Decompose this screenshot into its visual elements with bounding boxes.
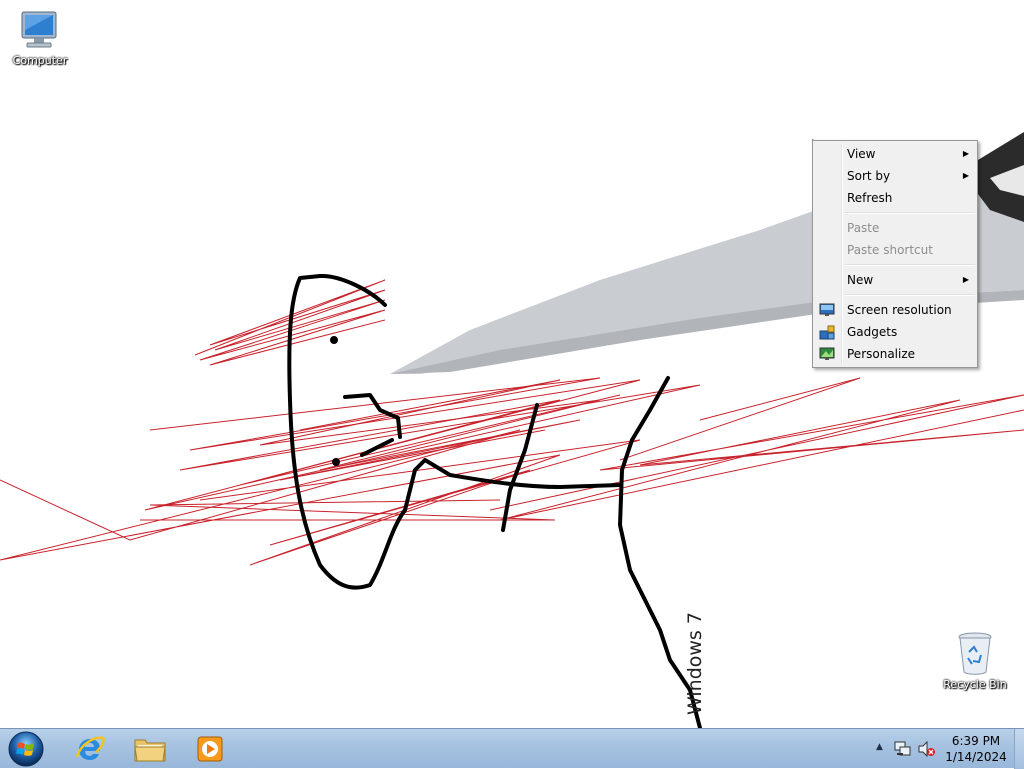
media-player-icon [197,736,223,762]
desktop-icon-label: Computer [12,54,68,67]
taskbar: ▲ 6:39 PM 1/14/2024 [0,728,1024,769]
menu-item-personalize[interactable]: Personalize [813,343,977,365]
volume-muted-icon[interactable] [918,741,936,757]
menu-item-label: Personalize [847,347,916,361]
taskbar-media-player[interactable] [182,731,238,767]
menu-separator [845,294,975,296]
windows-7-text: Windows 7 [684,612,706,715]
taskbar-clock[interactable]: 6:39 PM 1/14/2024 [938,733,1014,765]
menu-item-paste-shortcut: Paste shortcut [813,239,977,261]
desktop-icon-recycle-bin[interactable]: Recycle Bin [937,630,1013,691]
start-button[interactable] [2,731,50,767]
desktop-context-menu: View ▶ Sort by ▶ Refresh Paste Paste sho… [812,140,978,368]
screen-resolution-icon [819,303,835,316]
menu-separator [845,264,975,266]
taskbar-file-explorer[interactable] [122,731,178,767]
menu-item-refresh[interactable]: Refresh [813,187,977,209]
gadgets-icon [819,325,835,340]
menu-item-label: View [847,147,876,161]
menu-item-label: Paste [847,221,880,235]
desktop-icon-label: Recycle Bin [943,678,1007,691]
submenu-arrow-icon: ▶ [962,275,969,284]
menu-item-label: Screen resolution [847,303,952,317]
menu-item-label: Paste shortcut [847,243,933,257]
menu-item-paste: Paste [813,217,977,239]
menu-item-label: Refresh [847,191,893,205]
system-tray: ▲ 6:39 PM 1/14/2024 [864,729,1024,769]
menu-item-label: Sort by [847,169,891,183]
recycle-bin-icon [958,632,992,675]
network-icon[interactable] [894,741,912,757]
show-desktop-button[interactable] [1014,729,1024,769]
personalize-icon [819,347,835,360]
submenu-arrow-icon: ▶ [962,171,969,180]
internet-explorer-icon [75,736,105,760]
menu-item-screen-resolution[interactable]: Screen resolution [813,299,977,321]
menu-separator [845,212,975,214]
show-hidden-icons-icon[interactable]: ▲ [876,742,883,752]
menu-item-label: New [847,273,874,287]
submenu-arrow-icon: ▶ [962,149,969,158]
menu-item-gadgets[interactable]: Gadgets [813,321,977,343]
start-orb-icon [8,731,44,767]
taskbar-internet-explorer[interactable] [62,731,118,767]
desktop-icon-computer[interactable]: Computer [2,8,78,67]
clock-time: 6:39 PM [951,734,1001,748]
menu-item-new[interactable]: New ▶ [813,269,977,291]
menu-item-sort-by[interactable]: Sort by ▶ [813,165,977,187]
computer-icon [21,11,57,48]
clock-date: 1/14/2024 [945,750,1007,764]
menu-item-label: Gadgets [847,325,898,339]
file-explorer-icon [134,739,166,762]
menu-item-view[interactable]: View ▶ [813,143,977,165]
